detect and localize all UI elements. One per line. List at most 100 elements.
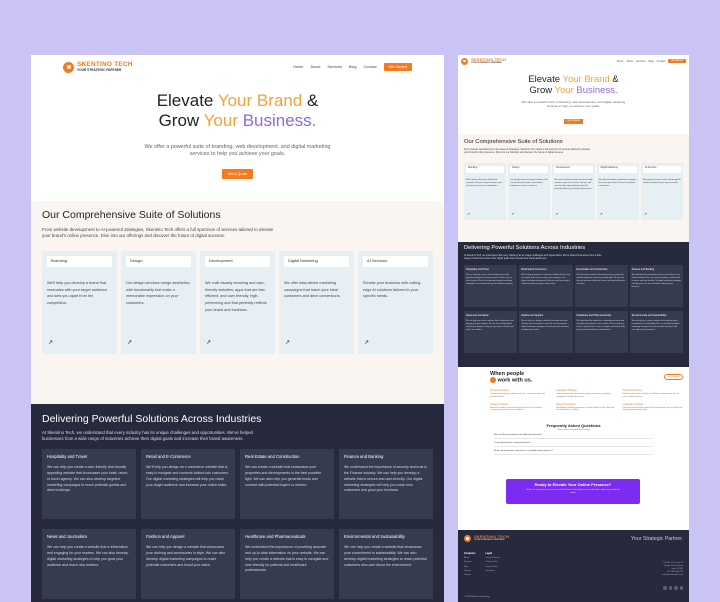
industry-card: Real Estate and Construction We can creat… xyxy=(574,265,628,308)
footer-link[interactable]: About xyxy=(464,557,475,559)
industry-text: We can help you design a website that sh… xyxy=(146,545,226,567)
faq-item[interactable]: What communication channels are availabl… xyxy=(494,447,653,455)
service-card-label: AI Services xyxy=(363,256,428,267)
arrow-up-right-icon[interactable]: ↗ xyxy=(48,339,53,346)
service-card-ai-services[interactable]: AI Services Elevate your business with cu… xyxy=(640,162,684,220)
hero-title-part: Grow xyxy=(529,85,555,96)
faq-question: Is my digital product ready for launch? xyxy=(494,441,531,444)
nav-services[interactable]: Services xyxy=(636,60,646,63)
footer-link[interactable]: Privacy Policy xyxy=(485,561,500,563)
nav-about[interactable]: About xyxy=(626,60,633,63)
plus-icon[interactable]: + xyxy=(652,442,653,444)
nav-blog[interactable]: Blog xyxy=(349,65,357,69)
benefit-item: Rapid Turnaround Accelerating marketing s… xyxy=(556,403,616,412)
facebook-icon[interactable] xyxy=(663,586,667,590)
footer-column-title: Company xyxy=(464,552,476,555)
service-cards: Branding We'll help you develop a brand t… xyxy=(464,162,684,220)
arrow-up-right-icon[interactable]: ↗ xyxy=(206,339,211,346)
get-a-quote-button[interactable]: Get A Quote xyxy=(564,118,583,124)
service-card-label: Digital Marketing xyxy=(284,256,349,267)
arrow-up-right-icon[interactable]: ↗ xyxy=(364,339,369,346)
industry-card: News and Journalism We can help you creat… xyxy=(42,529,136,600)
get-a-quote-button[interactable]: Get A Quote xyxy=(221,168,254,179)
industry-card: Healthcare and Pharmaceuticals We underst… xyxy=(240,529,334,600)
industry-grid: Hospitality and Travel We can help you cr… xyxy=(464,265,683,354)
industry-text: We understand the importance of providin… xyxy=(576,320,625,332)
hero-title-accent: Your xyxy=(554,85,574,96)
service-card-label: Development xyxy=(554,165,593,173)
benefit-title: Content Creation xyxy=(490,402,509,406)
service-card-development[interactable]: Development We craft visually stunning a… xyxy=(200,251,275,354)
industry-title: Real Estate and Construction xyxy=(576,268,608,272)
nav-home[interactable]: Home xyxy=(617,60,624,63)
footer-link[interactable]: Services xyxy=(464,561,475,563)
hero-title-accent: Business. xyxy=(573,85,618,96)
services-intro: From website development to AI-powered s… xyxy=(464,148,590,155)
industry-text: We can help you create a website that sh… xyxy=(344,545,427,567)
benefit-item: Content Creation Meaningful quality commu… xyxy=(490,403,550,412)
footer-logo[interactable]: SKENTINO TECH YOUR STRATEGIC PARTNER xyxy=(464,535,509,542)
industry-text: We understand the importance of security… xyxy=(344,465,428,493)
benefit-title: Consultant Support xyxy=(622,402,644,406)
get-started-button[interactable]: Get Started xyxy=(383,63,412,71)
service-card-text: We craft visually stunning and user-frie… xyxy=(205,281,267,312)
solutions-intro: At Skentino Tech, we understand that eve… xyxy=(42,430,253,441)
industry-title: Finance and Banking xyxy=(344,454,384,460)
nav-home[interactable]: Home xyxy=(293,65,303,69)
nav-blog[interactable]: Blog xyxy=(649,60,654,63)
industry-text: We can help you create a website that is… xyxy=(47,545,129,567)
industry-card: Hospitality and Travel We can help you cr… xyxy=(464,265,518,308)
plus-icon[interactable]: + xyxy=(652,434,653,436)
hero-title-accent: Business. xyxy=(237,111,317,130)
nav-contact[interactable]: Contact xyxy=(657,60,666,63)
service-card-label: AI Services xyxy=(642,165,682,173)
nav-services[interactable]: Services xyxy=(327,65,342,69)
footer-link[interactable]: Terms of Service xyxy=(485,557,500,559)
service-card-design[interactable]: Design Our design services merge aesthet… xyxy=(121,251,196,354)
arrow-up-right-icon[interactable]: ↗ xyxy=(511,212,514,216)
arrow-up-right-icon[interactable]: ↗ xyxy=(600,212,603,216)
instagram-icon[interactable] xyxy=(674,586,678,590)
footer-link[interactable]: Cookie Policy xyxy=(485,566,500,568)
footer-link[interactable]: Contact xyxy=(464,574,475,576)
arrow-up-right-icon[interactable]: ↗ xyxy=(555,212,558,216)
nav-about[interactable]: About xyxy=(310,65,320,69)
industry-card: Environmental and Sustainability We can h… xyxy=(339,529,433,600)
service-card-development[interactable]: Development We craft visually stunning an… xyxy=(552,162,595,220)
footer-link[interactable]: Careers xyxy=(464,570,475,572)
arrow-up-right-icon[interactable]: ↗ xyxy=(127,339,132,346)
brand-tagline: YOUR STRATEGIC PARTNER xyxy=(77,67,122,72)
footer-link[interactable]: Disclaimer xyxy=(485,570,500,572)
service-card-digital-marketing[interactable]: Digital Marketing We offer data-driven ma… xyxy=(596,162,639,220)
footer-column-title: Legal xyxy=(485,552,492,555)
service-card-design[interactable]: Design Our design services merge aestheti… xyxy=(508,162,551,220)
linkedin-icon[interactable] xyxy=(679,586,683,590)
solutions-title: Delivering Powerful Solutions Across Ind… xyxy=(464,245,586,251)
plus-icon[interactable]: + xyxy=(652,450,653,452)
service-card-ai-services[interactable]: AI Services Elevate your business with c… xyxy=(358,251,433,354)
get-started-button[interactable]: Get Started xyxy=(668,59,686,63)
arrow-up-right-icon[interactable]: ↗ xyxy=(285,339,290,346)
service-card-branding[interactable]: Branding We'll help you develop a brand t… xyxy=(464,162,507,220)
hero-title-accent: Your xyxy=(203,111,238,130)
arrow-up-right-icon[interactable]: ↗ xyxy=(644,212,647,216)
twitter-icon[interactable] xyxy=(668,586,672,590)
arrow-up-right-icon[interactable]: ↗ xyxy=(467,212,470,216)
service-card-digital-marketing[interactable]: Digital Marketing We offer data-driven m… xyxy=(279,251,354,354)
site-logo[interactable]: SKENTINO TECH YOUR STRATEGIC PARTNER xyxy=(461,57,506,65)
site-logo[interactable]: SKENTINO TECH YOUR STRATEGIC PARTNER xyxy=(63,61,133,73)
benefit-item: Consultant Support Delivering clear strat… xyxy=(623,403,683,412)
highlight-dot-icon xyxy=(490,377,496,383)
service-card-branding[interactable]: Branding We'll help you develop a brand … xyxy=(42,251,117,354)
footer-link[interactable]: Blog xyxy=(464,566,475,568)
contact-line[interactable]: info@skentinotech.com xyxy=(662,574,683,577)
nav-contact[interactable]: Contact xyxy=(364,65,377,69)
hero-title-part: & xyxy=(302,91,319,110)
faq-item[interactable]: Is my digital product ready for launch? + xyxy=(494,439,653,447)
faq-item[interactable]: How do Skentino partner with different i… xyxy=(494,431,653,439)
service-cards: Branding We'll help you develop a brand … xyxy=(42,251,433,354)
benefit-text: Crafting intuitive designs aligned with … xyxy=(490,393,546,399)
services-intro: From website development to AI-powered s… xyxy=(42,227,274,238)
benefit-text: Delivering clear strategic partnerships … xyxy=(622,406,683,412)
benefits-get-started-button[interactable]: Get Started xyxy=(663,374,683,381)
